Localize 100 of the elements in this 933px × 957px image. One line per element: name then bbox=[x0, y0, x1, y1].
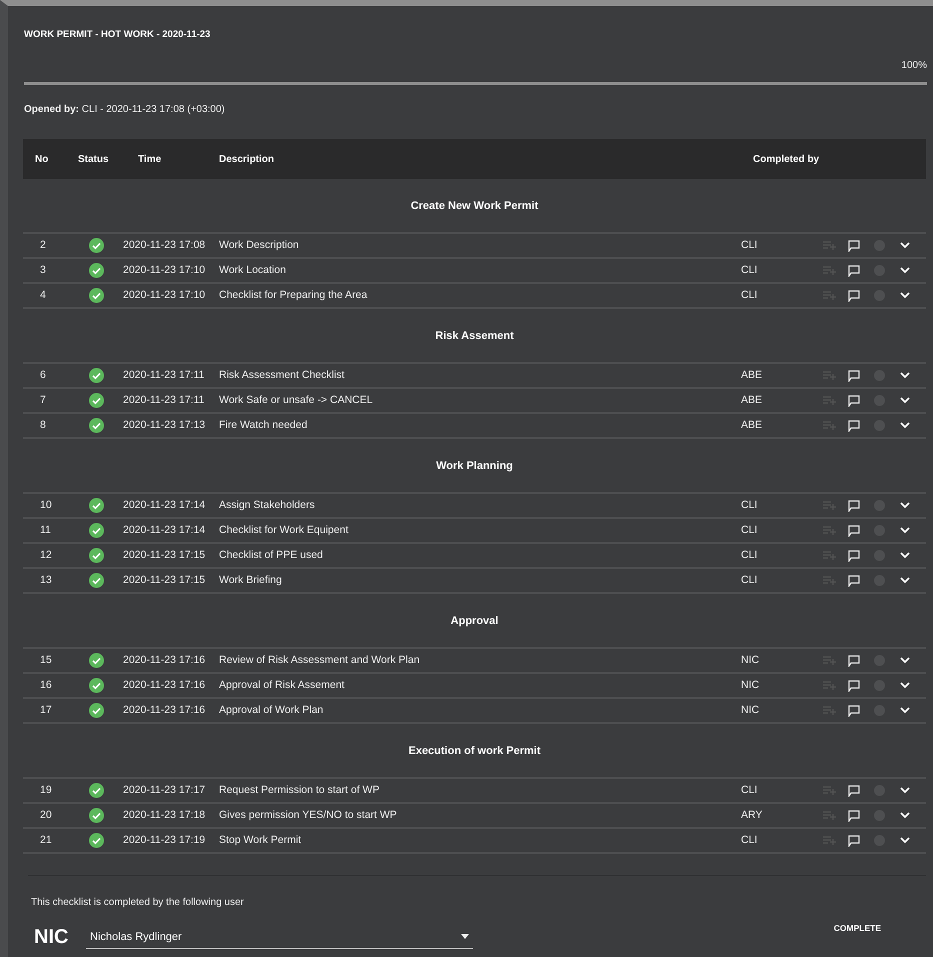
comment-icon[interactable] bbox=[848, 420, 860, 432]
row-description: Fire Watch needed bbox=[219, 418, 308, 433]
comment-icon[interactable] bbox=[848, 240, 860, 252]
column-header: Status bbox=[77, 152, 110, 167]
row-user: ABE bbox=[741, 368, 764, 383]
comment-icon[interactable] bbox=[848, 834, 860, 847]
row-user: CLI bbox=[741, 782, 758, 798]
row-user: NIC bbox=[741, 678, 760, 693]
comment-icon[interactable] bbox=[848, 680, 860, 692]
row-description: Risk Assessment Checklist bbox=[219, 368, 346, 383]
row-time: 2020-11-23 17:13 bbox=[123, 418, 206, 433]
comment-icon[interactable] bbox=[848, 370, 860, 382]
chevron-down-icon[interactable] bbox=[900, 292, 910, 300]
row-description: Approval of Work Plan bbox=[219, 702, 324, 718]
row-description: Checklist of PPE used bbox=[219, 548, 324, 563]
row-user: ARY bbox=[741, 808, 764, 823]
row-number: 7 bbox=[39, 392, 47, 408]
row-time: 2020-11-23 17:17 bbox=[123, 782, 206, 798]
row-user: ABE bbox=[741, 392, 764, 408]
row-description: Checklist for Preparing the Area bbox=[219, 288, 368, 303]
chevron-down-icon[interactable] bbox=[900, 242, 910, 250]
complete-button[interactable]: COMPLETE bbox=[834, 922, 881, 935]
comment-icon[interactable] bbox=[848, 654, 860, 667]
row-number: 20 bbox=[39, 808, 53, 823]
row-time: 2020-11-23 17:15 bbox=[123, 572, 206, 588]
chevron-down-icon[interactable] bbox=[900, 397, 910, 404]
comment-icon[interactable] bbox=[848, 394, 860, 407]
row-user: CLI bbox=[741, 832, 758, 848]
row-time: 2020-11-23 17:19 bbox=[123, 832, 206, 848]
chevron-down-icon[interactable] bbox=[900, 577, 910, 584]
chevron-down-icon[interactable] bbox=[900, 657, 910, 664]
user-select[interactable]: Nicholas Rydlinger bbox=[86, 925, 473, 950]
row-time: 2020-11-23 17:18 bbox=[123, 808, 206, 823]
comment-icon[interactable] bbox=[848, 290, 860, 302]
row-user: CLI bbox=[741, 288, 758, 303]
row-number: 19 bbox=[39, 782, 53, 798]
section-title: Execution of work Permit bbox=[23, 724, 926, 780]
row-number: 21 bbox=[39, 832, 53, 848]
comment-icon[interactable] bbox=[848, 810, 860, 822]
row-time: 2020-11-23 17:16 bbox=[123, 652, 206, 668]
row-description: Work Briefing bbox=[219, 572, 283, 588]
row-number: 12 bbox=[39, 548, 53, 563]
row-number: 4 bbox=[39, 288, 47, 303]
row-user: CLI bbox=[741, 572, 758, 588]
comment-icon[interactable] bbox=[848, 264, 860, 277]
row-time: 2020-11-23 17:11 bbox=[123, 392, 206, 408]
chevron-down-icon[interactable] bbox=[900, 422, 910, 430]
row-number: 17 bbox=[39, 702, 53, 718]
column-header: No bbox=[34, 152, 50, 167]
row-description: Request Permission to start of WP bbox=[219, 782, 380, 798]
chevron-down-icon[interactable] bbox=[900, 682, 910, 690]
row-description: Work Safe or unsafe -> CANCEL bbox=[219, 392, 374, 408]
section-title: Work Planning bbox=[23, 439, 926, 494]
comment-icon[interactable] bbox=[848, 550, 860, 562]
window-title: WORK PERMIT - HOT WORK - 2020-11-23 bbox=[23, 28, 212, 42]
chevron-down-icon[interactable] bbox=[900, 527, 910, 534]
caret-icon bbox=[461, 934, 469, 940]
row-number: 8 bbox=[39, 418, 47, 433]
chevron-down-icon[interactable] bbox=[900, 502, 910, 510]
section-title: Approval bbox=[23, 594, 926, 650]
row-time: 2020-11-23 17:10 bbox=[123, 262, 206, 278]
footer-note: This checklist is completed by the following user bbox=[30, 896, 245, 910]
row-user: CLI bbox=[741, 262, 758, 278]
chevron-down-icon[interactable] bbox=[900, 552, 910, 560]
row-description: Approval of Risk Assement bbox=[219, 678, 346, 693]
opened-by-label: Opened by: bbox=[24, 104, 80, 116]
row-time: 2020-11-23 17:10 bbox=[123, 288, 206, 303]
section-title: Risk Assement bbox=[23, 309, 926, 364]
row-description: Gives permission YES/NO to start WP bbox=[219, 808, 398, 823]
column-header: Completed by bbox=[752, 152, 820, 167]
chevron-down-icon[interactable] bbox=[900, 837, 910, 844]
chevron-down-icon[interactable] bbox=[900, 267, 910, 274]
opened-by-value: CLI - 2020-11-23 17:08 (+03:00) bbox=[82, 104, 225, 116]
row-time: 2020-11-23 17:16 bbox=[123, 702, 206, 718]
comment-icon[interactable] bbox=[848, 784, 860, 797]
row-description: Assign Stakeholders bbox=[219, 498, 316, 513]
row-description: Stop Work Permit bbox=[219, 832, 302, 848]
chevron-down-icon[interactable] bbox=[900, 787, 910, 794]
row-time: 2020-11-23 17:08 bbox=[123, 238, 206, 253]
row-user: ABE bbox=[741, 418, 764, 433]
chevron-down-icon[interactable] bbox=[900, 812, 910, 820]
progress-label: 100% bbox=[900, 59, 928, 74]
row-number: 15 bbox=[39, 652, 53, 668]
row-user: CLI bbox=[741, 522, 758, 538]
comment-icon[interactable] bbox=[848, 704, 860, 717]
comment-icon[interactable] bbox=[848, 524, 860, 537]
comment-icon[interactable] bbox=[848, 500, 860, 512]
chevron-down-icon[interactable] bbox=[900, 707, 910, 714]
row-number: 10 bbox=[39, 498, 53, 513]
row-user: CLI bbox=[741, 498, 758, 513]
row-number: 13 bbox=[39, 572, 53, 588]
section-title: Create New Work Permit bbox=[23, 179, 926, 234]
user-code: NIC bbox=[33, 925, 70, 950]
row-number: 6 bbox=[39, 368, 47, 383]
row-description: Checklist for Work Equipent bbox=[219, 522, 350, 538]
row-user: CLI bbox=[741, 238, 758, 253]
chevron-down-icon[interactable] bbox=[900, 372, 910, 380]
comment-icon[interactable] bbox=[848, 574, 860, 587]
row-number: 3 bbox=[39, 262, 47, 278]
row-description: Work Location bbox=[219, 262, 287, 278]
